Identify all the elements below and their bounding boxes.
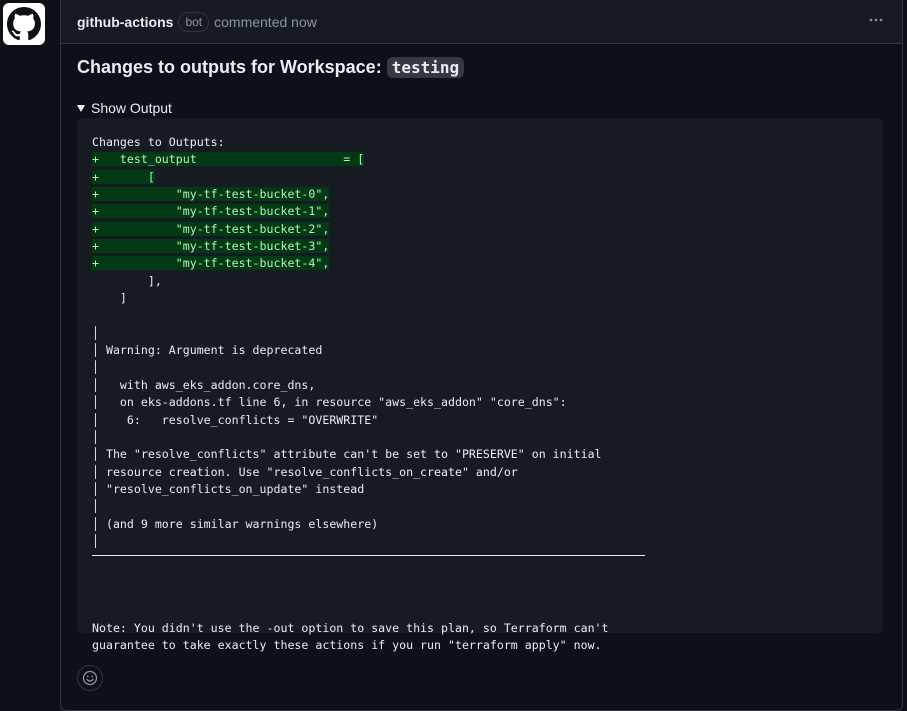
comment-header: github-actions bot commented now: [61, 0, 902, 44]
kebab-horizontal-icon: [869, 18, 883, 22]
code-line: │ The "resolve_conflicts" attribute can'…: [92, 446, 868, 463]
code-line: │ "resolve_conflicts_on_update" instead: [92, 481, 868, 498]
code-line-text: + [: [92, 169, 155, 184]
code-line-text: │: [92, 325, 99, 340]
code-line: + [: [92, 169, 868, 186]
code-line: │ resource creation. Use "resolve_confli…: [92, 464, 868, 481]
comment-box: github-actions bot commented now Changes…: [60, 0, 903, 711]
code-line: │: [92, 498, 868, 515]
code-line-text: Changes to Outputs:: [92, 135, 225, 149]
code-line: Changes to Outputs:: [92, 134, 868, 151]
code-line-text: Note: You didn't use the -out option to …: [92, 620, 609, 635]
title-text: Changes to outputs for Workspace:: [77, 57, 382, 77]
github-mark-icon: [7, 7, 41, 41]
code-line: │: [92, 533, 868, 550]
code-line-text: │ Warning: Argument is deprecated: [92, 343, 323, 358]
code-line-text: + "my-tf-test-bucket-2",: [92, 221, 330, 236]
code-line-text: │: [92, 360, 99, 375]
code-line-text: ],: [92, 273, 162, 288]
code-line: │ Warning: Argument is deprecated: [92, 342, 868, 359]
code-line: + "my-tf-test-bucket-0",: [92, 186, 868, 203]
code-line-text: guarantee to take exactly these actions …: [92, 637, 602, 652]
author-link[interactable]: github-actions: [77, 14, 173, 30]
code-line-text: │ The "resolve_conflicts" attribute can'…: [92, 447, 602, 462]
bot-badge: bot: [178, 11, 210, 32]
code-line-text: │ resource creation. Use "resolve_confli…: [92, 464, 518, 479]
code-line: Note: You didn't use the -out option to …: [92, 620, 868, 637]
code-line-text: │ on eks-addons.tf line 6, in resource "…: [92, 395, 567, 410]
details-summary[interactable]: Show Output: [77, 100, 172, 116]
details-summary-label: Show Output: [91, 100, 172, 116]
code-line-text: + test_output = [: [92, 152, 365, 167]
code-line-text: + "my-tf-test-bucket-4",: [92, 256, 330, 271]
code-line-text: + "my-tf-test-bucket-1",: [92, 204, 330, 219]
code-line: │ 6: resolve_conflicts = "OVERWRITE": [92, 412, 868, 429]
code-line: ]: [92, 290, 868, 307]
code-line: │: [92, 359, 868, 376]
comment-title: Changes to outputs for Workspace: testin…: [77, 57, 465, 78]
add-reaction-button[interactable]: [77, 665, 103, 691]
code-line: + test_output = [: [92, 151, 868, 168]
code-line-text: │: [92, 533, 99, 548]
smiley-icon: [82, 670, 98, 686]
code-line-text: │ (and 9 more similar warnings elsewhere…: [92, 516, 379, 531]
code-line: │: [92, 429, 868, 446]
code-line-text: │: [92, 499, 99, 514]
code-line: + "my-tf-test-bucket-4",: [92, 255, 868, 272]
code-line-text: │: [92, 429, 99, 444]
code-line: + "my-tf-test-bucket-1",: [92, 203, 868, 220]
output-code-block: Changes to Outputs: + test_output = [ + [ +…: [77, 118, 883, 652]
code-line-text: │ with aws_eks_addon.core_dns,: [92, 377, 316, 392]
code-line: │ (and 9 more similar warnings elsewhere…: [92, 516, 868, 533]
code-line: │ with aws_eks_addon.core_dns,: [92, 377, 868, 394]
code-line: │ on eks-addons.tf line 6, in resource "…: [92, 394, 868, 411]
disclosure-triangle-icon: [77, 104, 85, 112]
code-line: + "my-tf-test-bucket-3",: [92, 238, 868, 255]
workspace-name: testing: [386, 57, 465, 78]
separator-line: [92, 555, 645, 556]
comment-menu-button[interactable]: [864, 12, 888, 32]
code-line-text: │ 6: resolve_conflicts = "OVERWRITE": [92, 412, 379, 427]
code-line: ],: [92, 273, 868, 290]
code-line-text: ]: [92, 291, 127, 306]
comment-timestamp[interactable]: commented now: [214, 14, 317, 30]
code-line: guarantee to take exactly these actions …: [92, 637, 868, 654]
code-line: + "my-tf-test-bucket-2",: [92, 221, 868, 238]
avatar[interactable]: [3, 3, 45, 45]
code-line: │: [92, 325, 868, 342]
code-line-text: │ "resolve_conflicts_on_update" instead: [92, 481, 365, 496]
code-line-text: + "my-tf-test-bucket-0",: [92, 187, 330, 202]
code-line-text: + "my-tf-test-bucket-3",: [92, 239, 330, 254]
